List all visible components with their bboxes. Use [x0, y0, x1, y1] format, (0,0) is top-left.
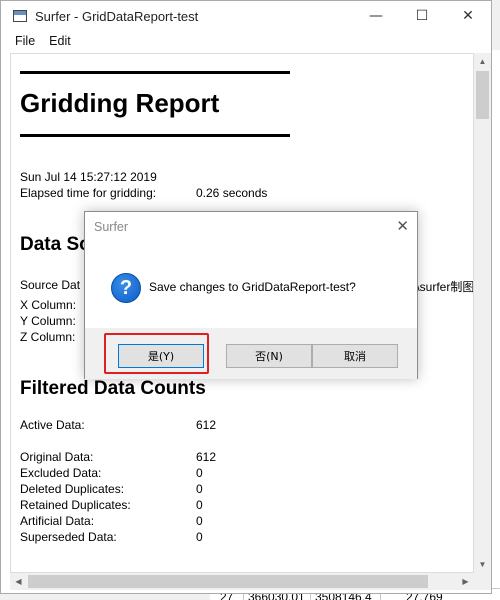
dialog-title: Surfer	[94, 220, 129, 234]
count-label: Artificial Data:	[20, 514, 95, 528]
report-title: Gridding Report	[20, 88, 220, 118]
count-value: 0	[196, 498, 203, 512]
z-column-label: Z Column:	[20, 330, 76, 344]
count-label: Original Data:	[20, 450, 94, 464]
count-value: 612	[196, 418, 217, 432]
count-value: 0	[196, 466, 203, 480]
window-title: Surfer - GridDataReport-test	[35, 8, 199, 24]
source-data-path: t\surfer制图	[413, 280, 474, 294]
maximize-button[interactable]: ☐	[399, 1, 445, 31]
cancel-button[interactable]: 取消	[312, 344, 398, 368]
scroll-up-icon[interactable]: ▲	[474, 53, 491, 70]
filtered-data-heading: Filtered Data Counts	[20, 378, 206, 399]
count-label: Deleted Duplicates:	[20, 482, 125, 496]
no-button[interactable]: 否(N)	[226, 344, 312, 368]
app-icon	[13, 10, 27, 22]
y-column-label: Y Column:	[20, 314, 76, 328]
title-rule-bottom	[20, 134, 290, 137]
count-label: Retained Duplicates:	[20, 498, 131, 512]
title-rule-top	[20, 71, 290, 74]
horizontal-scrollbar[interactable]: ◀ ▶	[10, 573, 474, 590]
elapsed-label: Elapsed time for gridding:	[20, 186, 157, 200]
scroll-right-icon[interactable]: ▶	[457, 573, 474, 590]
vertical-scroll-thumb[interactable]	[476, 71, 489, 119]
count-label: Excluded Data:	[20, 466, 102, 480]
count-label: Active Data:	[20, 418, 85, 432]
close-button[interactable]: ✕	[445, 1, 491, 31]
count-label: Superseded Data:	[20, 530, 117, 544]
count-value: 612	[196, 450, 217, 464]
minimize-button[interactable]: —	[353, 1, 399, 31]
scrollbar-corner	[474, 573, 491, 590]
menu-edit[interactable]: Edit	[49, 34, 71, 48]
menu-file[interactable]: File	[15, 34, 35, 48]
menu-bar: File Edit	[1, 31, 491, 51]
count-value: 0	[196, 482, 203, 496]
count-value: 0	[196, 514, 203, 528]
vertical-scrollbar[interactable]: ▲ ▼	[474, 53, 491, 573]
horizontal-scroll-thumb[interactable]	[28, 575, 428, 588]
question-icon: ?	[111, 273, 141, 303]
dialog-message: Save changes to GridDataReport-test?	[149, 280, 356, 294]
yes-button-highlight	[104, 333, 209, 374]
scroll-left-icon[interactable]: ◀	[10, 573, 27, 590]
title-bar[interactable]: Surfer - GridDataReport-test — ☐ ✕	[1, 1, 491, 31]
x-column-label: X Column:	[20, 298, 77, 312]
scroll-down-icon[interactable]: ▼	[474, 556, 491, 573]
source-data-label: Source Dat	[20, 278, 81, 292]
data-source-heading: Data So	[20, 234, 91, 255]
elapsed-value: 0.26 seconds	[196, 186, 268, 200]
caption-buttons: — ☐ ✕	[353, 1, 491, 31]
dialog-close-icon[interactable]: ✕	[396, 217, 409, 235]
report-date: Sun Jul 14 15:27:12 2019	[20, 170, 157, 184]
count-value: 0	[196, 530, 203, 544]
